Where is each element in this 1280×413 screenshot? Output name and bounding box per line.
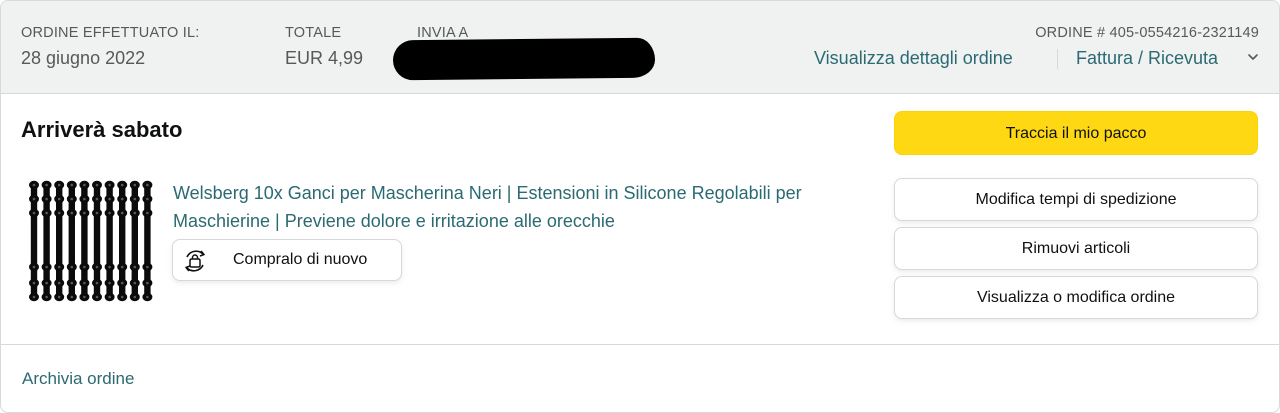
mask-hook-strip — [129, 180, 140, 302]
mask-hook-strip — [92, 180, 102, 302]
order-placed-date: 28 giugno 2022 — [21, 48, 146, 68]
buy-again-button[interactable]: Compralo di nuovo — [172, 239, 402, 281]
invoice-link[interactable]: Fattura / Ricevuta — [1076, 48, 1218, 69]
product-title-link[interactable]: Welsberg 10x Ganci per Mascherina Neri |… — [173, 179, 853, 235]
track-package-button[interactable]: Traccia il mio pacco — [894, 111, 1258, 155]
chevron-down-icon[interactable] — [1247, 51, 1259, 63]
mask-hook-strip — [66, 180, 77, 302]
view-order-details-link[interactable]: Visualizza dettagli ordine — [814, 48, 1013, 69]
mask-hook-strip — [41, 180, 52, 302]
order-header: ORDINE EFFETTUATO IL: 28 giugno 2022 TOT… — [1, 1, 1279, 94]
total-value: EUR 4,99 — [285, 48, 364, 68]
mask-hook-strip — [79, 180, 90, 302]
mask-hook-strip — [142, 180, 153, 302]
view-edit-order-button[interactable]: Visualizza o modifica ordine — [894, 276, 1258, 319]
archive-order-link[interactable]: Archivia ordine — [22, 369, 134, 389]
section-divider — [1, 344, 1279, 345]
order-card: ORDINE EFFETTUATO IL: 28 giugno 2022 TOT… — [0, 0, 1280, 413]
buy-again-label: Compralo di nuovo — [233, 251, 368, 268]
order-placed-label: ORDINE EFFETTUATO IL: — [21, 25, 200, 41]
total-label: TOTALE — [285, 25, 342, 41]
ship-to-label: INVIA A — [417, 25, 469, 41]
mask-hook-strip — [29, 180, 39, 302]
mask-hook-strip — [104, 180, 115, 302]
product-thumbnail[interactable] — [27, 179, 157, 303]
change-delivery-button[interactable]: Modifica tempi di spedizione — [894, 178, 1258, 221]
redacted-recipient — [392, 37, 656, 81]
buy-again-icon — [185, 250, 205, 272]
delivery-status: Arriverà sabato — [21, 117, 183, 142]
header-link-separator — [1057, 49, 1058, 69]
remove-items-button[interactable]: Rimuovi articoli — [894, 227, 1258, 270]
order-number: ORDINE # 405-0554216-2321149 — [1035, 25, 1259, 41]
mask-hook-strip — [54, 180, 65, 302]
mask-hook-strip — [117, 180, 128, 302]
